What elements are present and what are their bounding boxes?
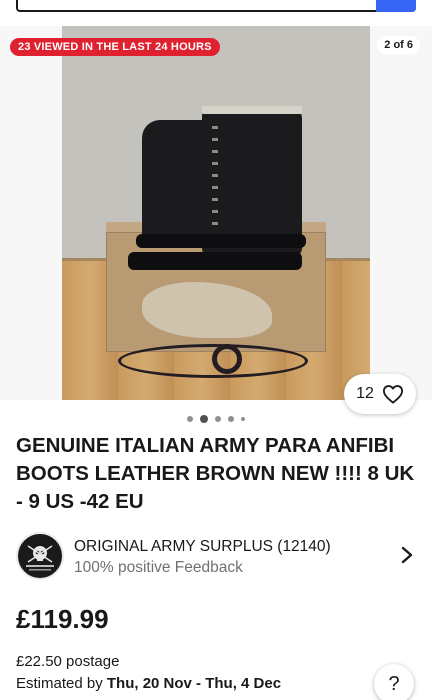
pagination-dot[interactable] bbox=[241, 417, 245, 421]
photo-lace-knot bbox=[212, 344, 242, 374]
pagination-dot[interactable] bbox=[187, 416, 193, 422]
image-counter: 2 of 6 bbox=[377, 36, 420, 54]
search-button[interactable] bbox=[376, 0, 416, 12]
seller-row[interactable]: ORIGINAL ARMY SURPLUS (12140) 100% posit… bbox=[16, 532, 416, 580]
seller-feedback: 100% positive Feedback bbox=[74, 559, 243, 576]
seller-avatar bbox=[16, 532, 64, 580]
photo-boot-sole-left bbox=[136, 234, 306, 248]
delivery-dates: Thu, 20 Nov - Thu, 4 Dec bbox=[106, 675, 282, 692]
gallery-pagination bbox=[0, 414, 432, 424]
help-button[interactable]: ? bbox=[374, 664, 414, 700]
delivery-prefix: Estimated by bbox=[16, 675, 107, 692]
watch-button[interactable]: 12 bbox=[344, 374, 416, 414]
listing-title: GENUINE ITALIAN ARMY PARA ANFIBI BOOTS L… bbox=[16, 434, 415, 513]
pagination-dot[interactable] bbox=[215, 416, 221, 422]
heart-icon bbox=[382, 385, 403, 404]
search-input[interactable] bbox=[16, 0, 416, 12]
help-icon: ? bbox=[388, 672, 400, 695]
views-badge: 23 VIEWED IN THE LAST 24 HOURS bbox=[10, 38, 220, 56]
photo-boot-sole-right bbox=[128, 252, 302, 270]
postage-cost: £22.50 postage bbox=[16, 653, 120, 670]
pagination-dot-active[interactable] bbox=[200, 415, 208, 423]
seller-name[interactable]: ORIGINAL ARMY SURPLUS (12140) bbox=[74, 538, 331, 556]
photo-boot-eyelets bbox=[212, 126, 218, 236]
watch-count: 12 bbox=[356, 385, 374, 402]
product-photo[interactable] bbox=[62, 26, 370, 400]
chevron-right-icon[interactable] bbox=[400, 546, 414, 564]
price: £119.99 bbox=[16, 604, 109, 634]
pagination-dot[interactable] bbox=[228, 416, 234, 422]
skull-logo-icon bbox=[26, 545, 54, 571]
photo-boot-cuff bbox=[202, 106, 302, 114]
image-gallery[interactable]: 23 VIEWED IN THE LAST 24 HOURS 2 of 6 12 bbox=[0, 26, 432, 414]
delivery-estimate: Estimated by Thu, 20 Nov - Thu, 4 Dec bbox=[16, 675, 281, 692]
